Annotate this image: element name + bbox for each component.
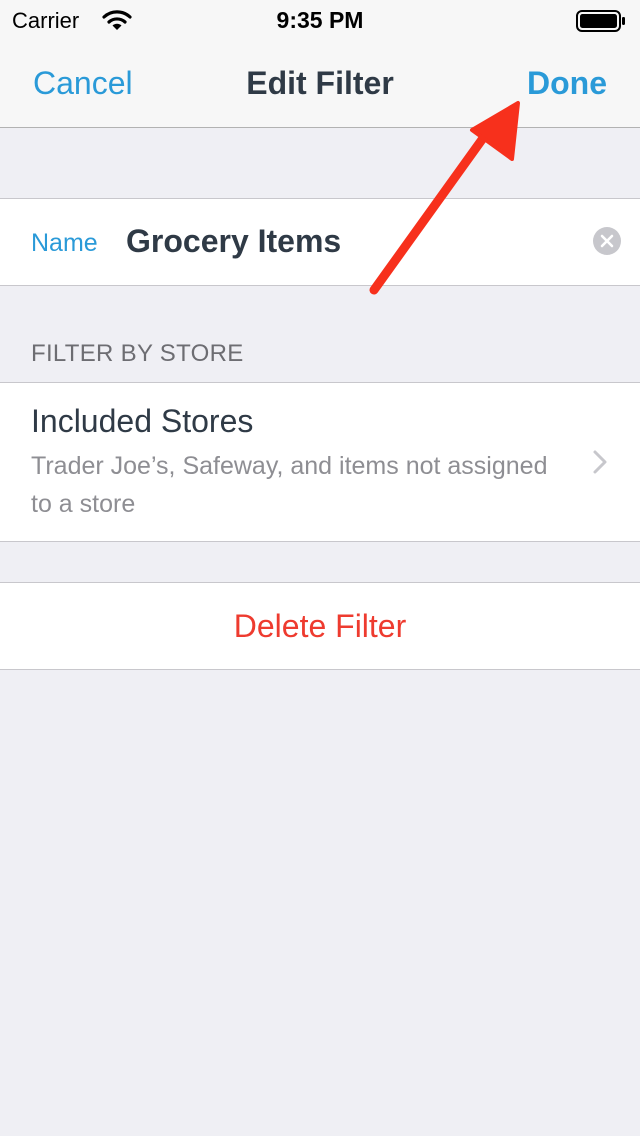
name-label: Name [31, 229, 98, 257]
battery-icon [576, 10, 625, 32]
name-cell: Name [0, 198, 640, 286]
status-bar: Carrier 9:35 PM [0, 0, 640, 40]
delete-filter-label: Delete Filter [233, 608, 407, 644]
included-stores-cell[interactable]: Included Stores Trader Joe’s, Safeway, a… [0, 382, 640, 542]
chevron-right-icon [593, 450, 607, 474]
arrow-icon [369, 101, 520, 295]
cancel-button[interactable]: Cancel [33, 65, 133, 102]
delete-filter-button[interactable]: Delete Filter [0, 582, 640, 670]
section-header-filter-by-store: FILTER BY STORE [31, 340, 244, 367]
done-button[interactable]: Done [527, 65, 607, 102]
navigation-bar: Cancel Edit Filter Done [0, 40, 640, 128]
clear-circle-icon[interactable] [593, 227, 621, 255]
name-input[interactable] [126, 217, 566, 265]
status-time: 9:35 PM [276, 7, 364, 33]
included-stores-detail: Trader Joe’s, Safeway, and items not ass… [31, 452, 548, 518]
included-stores-title: Included Stores [31, 403, 254, 439]
